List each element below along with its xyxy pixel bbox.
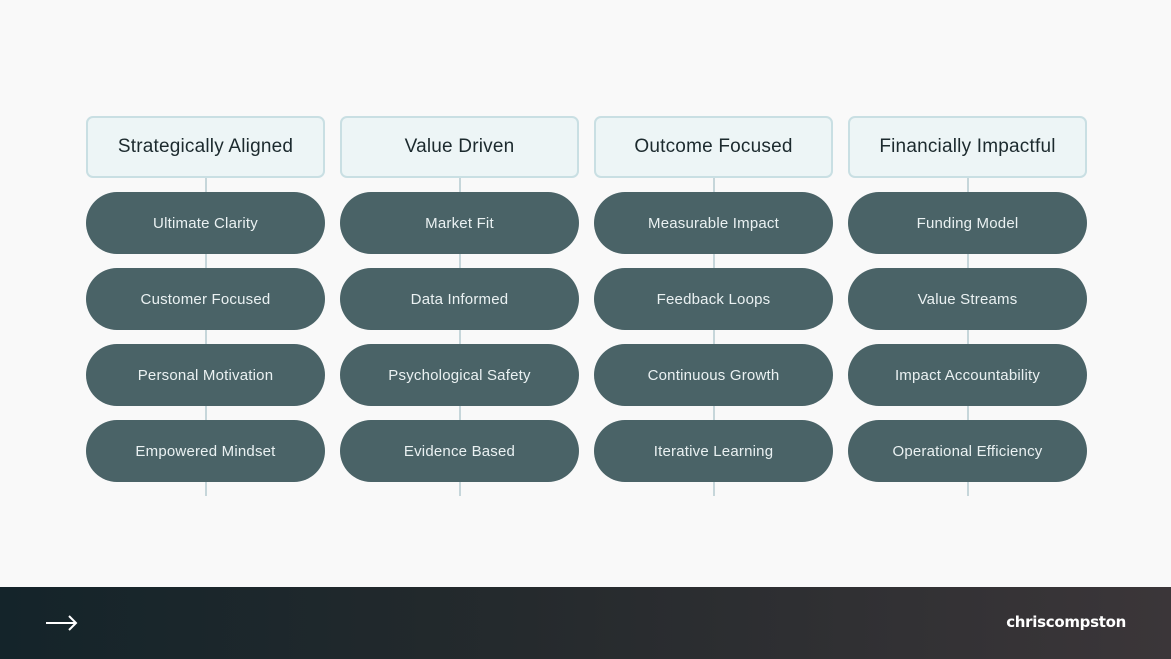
pill-item: Iterative Learning — [594, 420, 833, 482]
pill-item: Psychological Safety — [340, 344, 579, 406]
brand-logo: chriscompston — [1006, 613, 1126, 631]
column-header: Outcome Focused — [594, 116, 833, 178]
pill-item: Market Fit — [340, 192, 579, 254]
pill-item: Ultimate Clarity — [86, 192, 325, 254]
pill-item: Evidence Based — [340, 420, 579, 482]
column-outcome-focused: Outcome Focused Measurable Impact Feedba… — [594, 116, 833, 496]
pill-item: Continuous Growth — [594, 344, 833, 406]
pill-item: Impact Accountability — [848, 344, 1087, 406]
pill-item: Data Informed — [340, 268, 579, 330]
column-strategically-aligned: Strategically Aligned Ultimate Clarity C… — [86, 116, 325, 496]
pill-item: Operational Efficiency — [848, 420, 1087, 482]
column-header: Strategically Aligned — [86, 116, 325, 178]
column-value-driven: Value Driven Market Fit Data Informed Ps… — [340, 116, 579, 496]
column-header: Financially Impactful — [848, 116, 1087, 178]
pill-item: Customer Focused — [86, 268, 325, 330]
pill-item: Feedback Loops — [594, 268, 833, 330]
column-header: Value Driven — [340, 116, 579, 178]
pill-item: Funding Model — [848, 192, 1087, 254]
pillars-diagram: Strategically Aligned Ultimate Clarity C… — [86, 116, 1087, 496]
arrow-right-icon[interactable] — [45, 611, 79, 635]
footer-bar: chriscompston — [0, 587, 1171, 659]
pill-item: Value Streams — [848, 268, 1087, 330]
pill-item: Empowered Mindset — [86, 420, 325, 482]
column-financially-impactful: Financially Impactful Funding Model Valu… — [848, 116, 1087, 496]
pill-item: Measurable Impact — [594, 192, 833, 254]
pill-item: Personal Motivation — [86, 344, 325, 406]
